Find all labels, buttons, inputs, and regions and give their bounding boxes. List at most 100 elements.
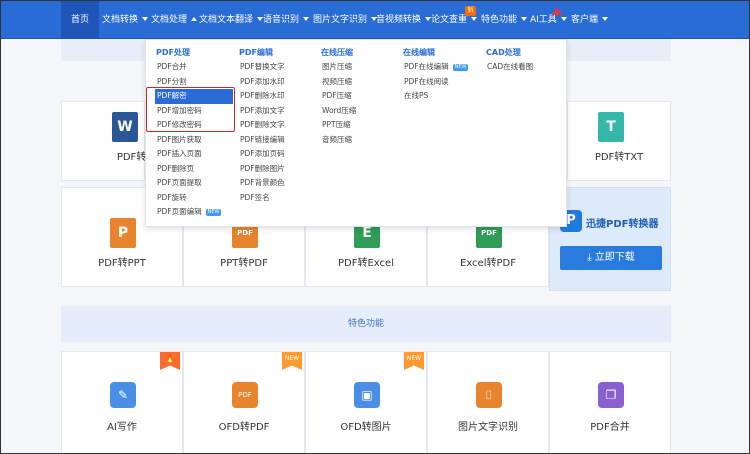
menu-item-pdf-decrypt[interactable]: PDF解密	[155, 89, 233, 104]
card-ai-writing[interactable]: 🔥 ✎ AI写作	[61, 351, 183, 453]
card-pdf-to-word[interactable]: W PDF转Word	[61, 101, 172, 181]
doc-process-dropdown: PDF处理 PDF合并 PDF分割 PDF解密 PDF增加密码 PDF修改密码 …	[145, 39, 567, 227]
menu-item-pdf-extract-pages[interactable]: PDF页面提取	[156, 176, 233, 191]
card-pdf-to-txt[interactable]: T PDF转TXT	[567, 101, 671, 181]
chevron-up-icon	[191, 17, 198, 21]
chevron-down-icon	[521, 17, 528, 21]
menu-item-pdf-merge[interactable]: PDF合并	[156, 60, 233, 75]
card-label: PDF转Excel	[338, 258, 394, 269]
menu-item-pdf-delete-image[interactable]: PDF删除图片	[239, 162, 285, 177]
nav-image-ocr[interactable]: 图片文字识别	[313, 1, 378, 39]
hot-indicator-icon	[552, 7, 562, 15]
card-label: Excel转PDF	[460, 258, 516, 269]
promo-title: 迅捷PDF转换器	[586, 219, 659, 230]
new-tag: NEW	[404, 352, 424, 370]
nav-label: 音视频转换	[376, 15, 422, 25]
card-ofd-to-image[interactable]: NEW ▣ OFD转图片	[305, 351, 427, 453]
image-icon: ▣	[354, 382, 380, 408]
top-nav: 首页 文档转换 文档处理 文档文本翻译 语音识别 图片文字识别 音视频转换 论文…	[1, 1, 749, 39]
dropdown-col-head: PDF编辑	[239, 48, 273, 57]
new-tag: NEW	[205, 209, 222, 216]
menu-item-pdf-delete-page[interactable]: PDF删除页	[156, 162, 233, 177]
menu-item-pdf-online-edit[interactable]: PDF在线编辑 NEW	[403, 60, 469, 75]
menu-item-ppt-compress[interactable]: PPT压缩	[321, 118, 356, 133]
nav-doc-translate[interactable]: 文档文本翻译	[199, 1, 264, 39]
nav-label: 语音识别	[263, 15, 300, 25]
dropdown-col-pdf-process: PDF处理 PDF合并 PDF分割 PDF解密 PDF增加密码 PDF修改密码 …	[155, 46, 233, 220]
menu-item-pdf-delete-text[interactable]: PDF删除文字	[239, 118, 285, 133]
menu-item-pdf-online-read[interactable]: PDF在线阅读	[403, 75, 468, 90]
card-label: OFD转图片	[340, 422, 392, 433]
pen-icon: ✎	[110, 382, 136, 408]
menu-item-pdf-extract-images[interactable]: PDF图片获取	[156, 133, 233, 148]
scan-icon: ⌷	[476, 382, 502, 408]
hot-tag-icon: 🔥	[160, 352, 180, 370]
menu-item-pdf-replace-text[interactable]: PDF替换文字	[239, 60, 285, 75]
ppt-icon: P	[110, 218, 136, 248]
nav-client[interactable]: 客户端	[571, 1, 609, 39]
menu-item-pdf-sign[interactable]: PDF签名	[239, 191, 285, 206]
nav-doc-convert[interactable]: 文档转换	[102, 1, 149, 39]
menu-item-pdf-page-edit[interactable]: PDF页面编辑 NEW	[156, 205, 233, 220]
dropdown-col-head: PDF处理	[156, 48, 190, 57]
chevron-down-icon	[303, 17, 310, 21]
menu-item-pdf-background-color[interactable]: PDF背景颜色	[239, 176, 285, 191]
menu-item-cad-viewer[interactable]: CAD在线看图	[486, 60, 533, 75]
menu-item-online-ps[interactable]: 在线PS	[403, 89, 468, 104]
chevron-down-icon	[602, 17, 609, 21]
menu-item-pdf-add-password[interactable]: PDF增加密码	[156, 104, 233, 119]
nav-label: 文档处理	[151, 15, 188, 25]
card-label: PDF合并	[590, 422, 630, 433]
nav-label: 文档文本翻译	[199, 15, 254, 25]
nav-label: 文档转换	[102, 15, 139, 25]
dropdown-col-cad: CAD处理 CAD在线看图	[486, 46, 533, 75]
nav-speech-recognition[interactable]: 语音识别	[263, 1, 310, 39]
menu-item-word-compress[interactable]: Word压缩	[321, 104, 356, 119]
word-icon: W	[112, 112, 138, 142]
download-button[interactable]: ⤓ 立即下载	[560, 246, 662, 270]
menu-item-pdf-compress[interactable]: PDF压缩	[321, 89, 356, 104]
nav-label: AI工具	[530, 15, 557, 25]
menu-item-image-compress[interactable]: 图片压缩	[321, 60, 356, 75]
menu-item-pdf-insert-page[interactable]: PDF插入页面	[156, 147, 233, 162]
dropdown-col-pdf-edit: PDF编辑 PDF替换文字 PDF添加水印 PDF删除水印 PDF添加文字 PD…	[239, 46, 285, 205]
menu-item-pdf-rotate[interactable]: PDF旋转	[156, 191, 233, 206]
card-pdf-merge[interactable]: ❐ PDF合并	[549, 351, 671, 453]
menu-item-pdf-link-edit[interactable]: PDF链接编辑	[239, 133, 285, 148]
card-label: AI写作	[107, 422, 137, 433]
menu-item-pdf-add-text[interactable]: PDF添加文字	[239, 104, 285, 119]
chevron-down-icon	[471, 17, 478, 21]
nav-label: 特色功能	[481, 15, 518, 25]
menu-item-label: PDF在线编辑	[404, 62, 449, 71]
menu-item-video-compress[interactable]: 视频压缩	[321, 75, 356, 90]
menu-item-pdf-add-watermark[interactable]: PDF添加水印	[239, 75, 285, 90]
card-label: OFD转PDF	[218, 422, 270, 433]
promo-panel: P 迅捷PDF转换器 ⤓ 立即下载	[549, 187, 671, 291]
nav-special-features[interactable]: 特色功能	[481, 1, 528, 39]
nav-doc-process[interactable]: 文档处理	[151, 1, 198, 39]
dropdown-col-online-compress: 在线压缩 图片压缩 视频压缩 PDF压缩 Word压缩 PPT压缩 音频压缩	[321, 46, 356, 147]
nav-label: 论文查重	[431, 15, 468, 25]
nav-label: 图片文字识别	[313, 15, 368, 25]
nav-label: 客户端	[571, 15, 599, 25]
nav-av-convert[interactable]: 音视频转换	[376, 1, 432, 39]
pdf-icon: PDF	[232, 382, 258, 408]
card-label: PDF转TXT	[594, 152, 644, 163]
dropdown-col-head: 在线压缩	[321, 48, 353, 57]
menu-item-audio-compress[interactable]: 音频压缩	[321, 133, 356, 148]
download-icon: ⤓	[587, 252, 595, 263]
menu-item-pdf-remove-watermark[interactable]: PDF删除水印	[239, 89, 285, 104]
nav-home[interactable]: 首页	[61, 1, 99, 39]
card-label: 图片文字识别	[458, 422, 518, 433]
menu-item-pdf-change-password[interactable]: PDF修改密码	[156, 118, 233, 133]
chevron-down-icon	[142, 17, 149, 21]
card-ofd-to-pdf[interactable]: NEW PDF OFD转PDF	[183, 351, 305, 453]
card-image-ocr[interactable]: ⌷ 图片文字识别	[427, 351, 549, 453]
merge-icon: ❐	[598, 382, 624, 408]
menu-item-pdf-split[interactable]: PDF分割	[156, 75, 233, 90]
menu-item-pdf-add-page-number[interactable]: PDF添加页码	[239, 147, 285, 162]
card-label: PDF转PPT	[98, 258, 146, 269]
page-frame: 首页 文档转换 文档处理 文档文本翻译 语音识别 图片文字识别 音视频转换 论文…	[1, 1, 749, 453]
new-tag: NEW	[452, 64, 469, 71]
nav-label: 首页	[70, 15, 89, 25]
